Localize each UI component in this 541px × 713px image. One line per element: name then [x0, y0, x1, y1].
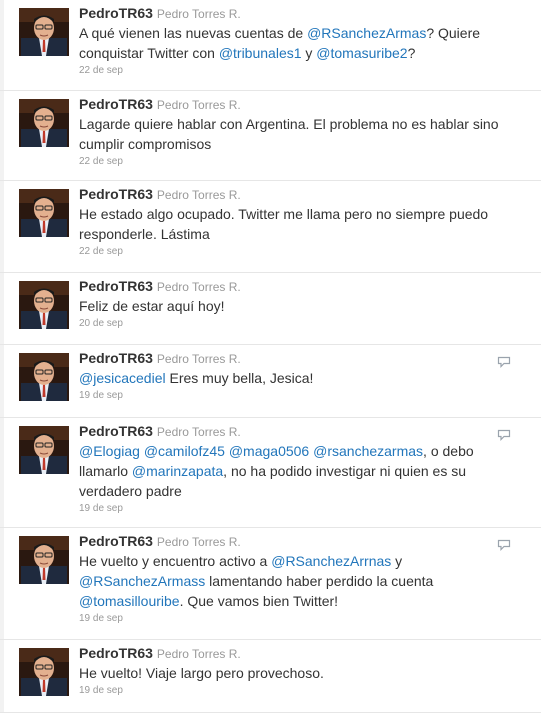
tweet-text: He vuelto! Viaje largo pero provechoso.: [79, 663, 509, 683]
tweet-header: PedroTR63 Pedro Torres R.: [79, 349, 509, 368]
timestamp-link[interactable]: 19 de sep: [79, 612, 509, 626]
username-link[interactable]: PedroTR63: [79, 350, 153, 366]
tweet-text-segment: He vuelto y encuentro activo a: [79, 553, 272, 569]
timeline: PedroTR63 Pedro Torres R. A qué vienen las…: [0, 0, 541, 713]
tweet-content: PedroTR63 Pedro Torres R. @jesicacediel Er…: [79, 349, 509, 403]
timestamp-link[interactable]: 22 de sep: [79, 64, 509, 78]
mention-link[interactable]: @marinzapata: [132, 463, 223, 479]
avatar[interactable]: [19, 281, 69, 329]
avatar[interactable]: [19, 99, 69, 147]
tweet: PedroTR63 Pedro Torres R. Lagarde quiere h…: [0, 91, 541, 181]
tweet-content: PedroTR63 Pedro Torres R. He vuelto! Viaje…: [79, 644, 509, 698]
reply-icon[interactable]: [497, 428, 511, 441]
tweet: PedroTR63 Pedro Torres R. A qué vienen las…: [0, 0, 541, 91]
timestamp-link[interactable]: 19 de sep: [79, 389, 509, 403]
username-link[interactable]: PedroTR63: [79, 533, 153, 549]
username-link[interactable]: PedroTR63: [79, 645, 153, 661]
full-name: Pedro Torres R.: [156, 647, 241, 661]
username-link[interactable]: PedroTR63: [79, 186, 153, 202]
tweet-text: A qué vienen las nuevas cuentas de @RSan…: [79, 23, 509, 63]
tweet-text: Lagarde quiere hablar con Argentina. El …: [79, 114, 509, 154]
tweet-content: PedroTR63 Pedro Torres R. He estado algo o…: [79, 185, 509, 259]
tweet-text-segment: y: [391, 553, 403, 569]
avatar[interactable]: [19, 426, 69, 474]
tweet: PedroTR63 Pedro Torres R. He estado algo o…: [0, 181, 541, 273]
mention-link[interactable]: @tribunales1: [219, 45, 302, 61]
avatar[interactable]: [19, 353, 69, 401]
tweet-header: PedroTR63 Pedro Torres R.: [79, 95, 509, 114]
username-link[interactable]: PedroTR63: [79, 5, 153, 21]
tweet-header: PedroTR63 Pedro Torres R.: [79, 4, 509, 23]
avatar[interactable]: [19, 189, 69, 237]
tweet-header: PedroTR63 Pedro Torres R.: [79, 185, 509, 204]
reply-icon[interactable]: [497, 355, 511, 368]
username-link[interactable]: PedroTR63: [79, 278, 153, 294]
reply-icon[interactable]: [497, 538, 511, 551]
mention-link[interactable]: @tomasuribe2: [316, 45, 407, 61]
tweet-text-segment: lamentando haber perdido la cuenta: [205, 573, 434, 589]
timestamp-link[interactable]: 20 de sep: [79, 317, 509, 331]
tweet-text: @jesicacediel Eres muy bella, Jesica!: [79, 368, 509, 388]
tweet-text-segment: A qué vienen las nuevas cuentas de: [79, 25, 308, 41]
tweet-content: PedroTR63 Pedro Torres R. Feliz de estar a…: [79, 277, 509, 331]
full-name: Pedro Torres R.: [156, 188, 241, 202]
mention-link[interactable]: @jesicacediel: [79, 370, 166, 386]
tweet-text-segment: He estado algo ocupado. Twitter me llama…: [79, 206, 489, 242]
mention-link[interactable]: @RSanchezArrnas: [271, 553, 391, 569]
mention-link[interactable]: @camilofz45: [144, 443, 225, 459]
tweet-text-segment: Feliz de estar aquí hoy!: [79, 298, 225, 314]
full-name: Pedro Torres R.: [156, 98, 241, 112]
timestamp-link[interactable]: 19 de sep: [79, 502, 509, 516]
full-name: Pedro Torres R.: [156, 425, 241, 439]
tweet: PedroTR63 Pedro Torres R. @Elogiag @camilo…: [0, 418, 541, 528]
tweet: PedroTR63 Pedro Torres R. Feliz de estar a…: [0, 273, 541, 345]
tweet-text: @Elogiag @camilofz45 @maga0506 @rsanchez…: [79, 441, 509, 501]
mention-link[interactable]: @tomasillouribe: [79, 593, 180, 609]
full-name: Pedro Torres R.: [156, 352, 241, 366]
tweet-content: PedroTR63 Pedro Torres R. @Elogiag @camilo…: [79, 422, 509, 516]
timestamp-link[interactable]: 22 de sep: [79, 245, 509, 259]
tweet-header: PedroTR63 Pedro Torres R.: [79, 422, 509, 441]
tweet-text-segment: . Que vamos bien Twitter!: [179, 593, 339, 609]
mention-link[interactable]: @RSanchezArmass: [79, 573, 205, 589]
tweet: PedroTR63 Pedro Torres R. He vuelto y encu…: [0, 528, 541, 640]
avatar[interactable]: [19, 8, 69, 56]
tweet-content: PedroTR63 Pedro Torres R. A qué vienen las…: [79, 4, 509, 78]
full-name: Pedro Torres R.: [156, 535, 241, 549]
tweet-text-segment: y: [301, 45, 317, 61]
mention-link[interactable]: @maga0506: [229, 443, 309, 459]
tweet-content: PedroTR63 Pedro Torres R. Lagarde quiere h…: [79, 95, 509, 169]
tweet: PedroTR63 Pedro Torres R. He vuelto! Viaje…: [0, 640, 541, 713]
timestamp-link[interactable]: 19 de sep: [79, 684, 509, 698]
username-link[interactable]: PedroTR63: [79, 423, 153, 439]
tweet: PedroTR63 Pedro Torres R. @jesicacediel Er…: [0, 345, 541, 418]
tweet-header: PedroTR63 Pedro Torres R.: [79, 532, 509, 551]
full-name: Pedro Torres R.: [156, 280, 241, 294]
tweet-text-segment: ?: [407, 45, 416, 61]
mention-link[interactable]: @RSanchezArmas: [307, 25, 426, 41]
avatar[interactable]: [19, 648, 69, 696]
tweet-text-segment: He vuelto! Viaje largo pero provechoso.: [79, 665, 324, 681]
tweet-content: PedroTR63 Pedro Torres R. He vuelto y encu…: [79, 532, 509, 626]
username-link[interactable]: PedroTR63: [79, 96, 153, 112]
tweet-text: He estado algo ocupado. Twitter me llama…: [79, 204, 509, 244]
timestamp-link[interactable]: 22 de sep: [79, 155, 509, 169]
mention-link[interactable]: @Elogiag: [79, 443, 140, 459]
tweet-text: Feliz de estar aquí hoy!: [79, 296, 509, 316]
tweet-text-segment: Lagarde quiere hablar con Argentina. El …: [79, 116, 499, 152]
tweet-text: He vuelto y encuentro activo a @RSanchez…: [79, 551, 509, 611]
full-name: Pedro Torres R.: [156, 7, 241, 21]
tweet-header: PedroTR63 Pedro Torres R.: [79, 277, 509, 296]
tweet-text-segment: Eres muy bella, Jesica!: [165, 370, 314, 386]
avatar[interactable]: [19, 536, 69, 584]
mention-link[interactable]: @rsanchezarmas: [313, 443, 423, 459]
tweet-header: PedroTR63 Pedro Torres R.: [79, 644, 509, 663]
